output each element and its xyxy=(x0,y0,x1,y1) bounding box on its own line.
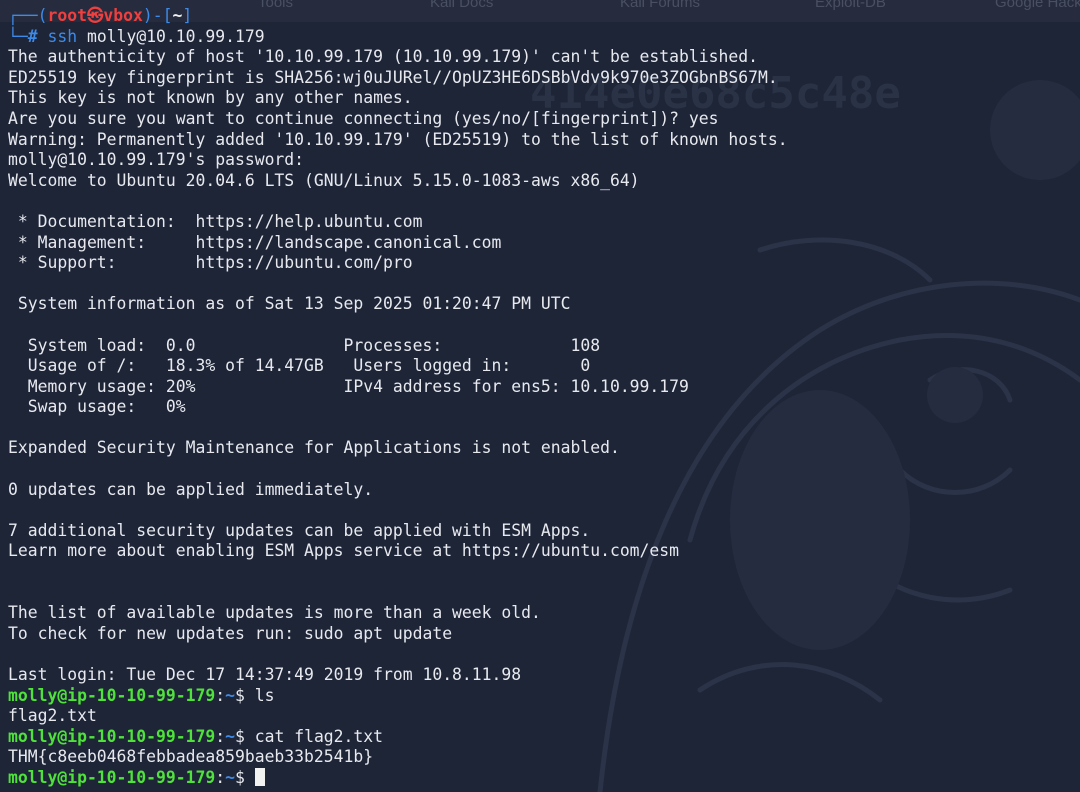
esm-notice: Expanded Security Maintenance for Applic… xyxy=(8,438,620,458)
output-line: molly@10.10.99.179's password: xyxy=(8,150,305,170)
output-line: The authenticity of host '10.10.99.179 (… xyxy=(8,47,758,67)
sysinfo-row: Usage of /: 18.3% of 14.47GB Users logge… xyxy=(8,356,591,376)
prompt-user: root xyxy=(47,6,87,25)
session-command: cat flag2.txt xyxy=(254,726,384,746)
active-prompt-line[interactable]: molly@ip-10-10-99-179:~$ xyxy=(8,767,1076,789)
stale-updates: The list of available updates is more th… xyxy=(8,603,541,623)
remote-prompt-line: molly@ip-10-10-99-179:~$ cat flag2.txt xyxy=(8,726,384,746)
sysinfo-row: System load: 0.0 Processes: 108 xyxy=(8,335,601,355)
remote-symbol: $ xyxy=(234,685,245,705)
motd-link: * Support: https://ubuntu.com/pro xyxy=(8,253,413,273)
session-output: flag2.txt xyxy=(8,706,97,726)
prompt-symbol: # xyxy=(27,26,38,46)
remote-cwd: ~ xyxy=(225,685,235,705)
sysinfo-row: Swap usage: 0% xyxy=(8,397,186,417)
remote-cwd: ~ xyxy=(225,726,235,746)
motd-link: * Management: https://landscape.canonica… xyxy=(8,232,502,252)
root-prompt-line: ┌──(root㉿vbox)-[~] xyxy=(8,6,193,25)
stale-updates: To check for new updates run: sudo apt u… xyxy=(8,623,453,643)
last-login: Last login: Tue Dec 17 14:37:49 2019 fro… xyxy=(8,665,522,684)
text-cursor[interactable] xyxy=(254,767,265,786)
flag-output: THM{c8eeb0468febbadea859baeb33b2541b} xyxy=(8,747,374,767)
skull-icon: ㉿ xyxy=(86,6,104,25)
remote-symbol: $ xyxy=(234,767,245,787)
remote-userhost: molly@ip-10-10-99-179 xyxy=(8,767,216,787)
session-command: ls xyxy=(254,685,275,705)
remote-prompt-line: molly@ip-10-10-99-179:~$ ls xyxy=(8,685,275,705)
prompt-cwd: ~ xyxy=(172,6,183,25)
esm-updates: Learn more about enabling ESM Apps servi… xyxy=(8,541,680,561)
remote-userhost: molly@ip-10-10-99-179 xyxy=(8,726,216,746)
sysinfo-header: System information as of Sat 13 Sep 2025… xyxy=(8,294,571,314)
output-line: Are you sure you want to continue connec… xyxy=(8,108,719,128)
terminal-window[interactable]: ┌──(root㉿vbox)-[~] └─# ssh molly@10.10.9… xyxy=(8,6,1076,789)
command-program: ssh xyxy=(47,26,78,46)
motd-link: * Documentation: https://help.ubuntu.com xyxy=(8,211,423,231)
ssh-command-line: └─# ssh molly@10.10.99.179 xyxy=(8,26,265,46)
esm-updates: 7 additional security updates can be app… xyxy=(8,520,591,540)
updates-now: 0 updates can be applied immediately. xyxy=(8,479,374,499)
output-line: Welcome to Ubuntu 20.04.6 LTS (GNU/Linux… xyxy=(8,170,640,190)
remote-cwd: ~ xyxy=(225,767,235,787)
sysinfo-row: Memory usage: 20% IPv4 address for ens5:… xyxy=(8,376,689,396)
output-line: Warning: Permanently added '10.10.99.179… xyxy=(8,129,788,149)
remote-symbol: $ xyxy=(234,726,245,746)
prompt-host: vbox xyxy=(103,6,143,25)
remote-userhost: molly@ip-10-10-99-179 xyxy=(8,685,216,705)
output-line: This key is not known by any other names… xyxy=(8,88,413,108)
output-line: ED25519 key fingerprint is SHA256:wj0uJU… xyxy=(8,67,778,87)
command-args: molly@10.10.99.179 xyxy=(86,26,265,46)
